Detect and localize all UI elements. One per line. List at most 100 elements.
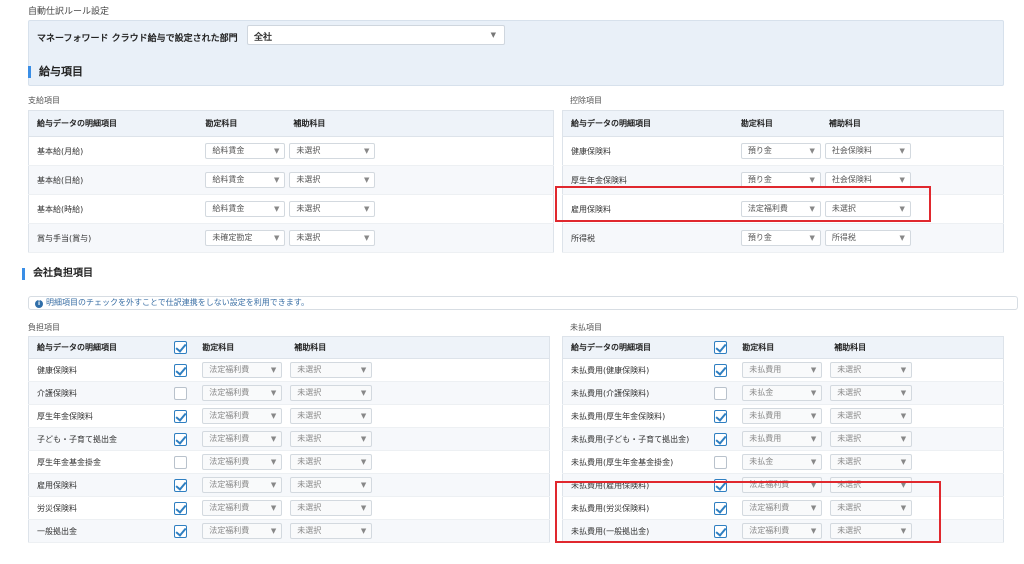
account-select-value: 法定福利費 xyxy=(209,503,250,512)
sub-account-cell: 未選択 ▼ xyxy=(826,450,1004,474)
chevron-down-icon: ▼ xyxy=(273,176,280,184)
row-checkbox[interactable] xyxy=(714,409,728,423)
account-select[interactable]: 法定福利費 ▼ xyxy=(202,454,283,470)
chevron-down-icon: ▼ xyxy=(899,234,905,242)
column-header: 補助科目 xyxy=(820,110,1004,137)
sub-account-select-value: 未選択 xyxy=(296,204,321,213)
sub-account-select[interactable]: 未選択 ▼ xyxy=(830,454,913,470)
info-icon: i xyxy=(35,300,43,308)
sub-account-select[interactable]: 未選択 ▼ xyxy=(290,500,373,516)
sub-account-select[interactable]: 未選択 ▼ xyxy=(290,523,373,539)
row-checkbox[interactable] xyxy=(714,363,728,377)
chevron-down-icon: ▼ xyxy=(270,389,277,397)
item-name: 労災保険料 xyxy=(28,496,171,520)
table-header-row: 給与データの明細項目 勘定科目 補助科目 xyxy=(28,110,554,137)
unpaid-items-label: 未払項目 xyxy=(570,323,602,332)
department-select[interactable]: 全社 ▼ xyxy=(247,25,505,45)
chevron-down-icon: ▼ xyxy=(273,205,280,213)
account-select[interactable]: 預り金 ▼ xyxy=(740,230,821,246)
sub-account-select[interactable]: 未選択 ▼ xyxy=(830,431,913,447)
sub-account-select[interactable]: 未選択 ▼ xyxy=(289,230,376,246)
account-cell: 預り金 ▼ xyxy=(732,223,821,253)
account-select[interactable]: 未払費用 ▼ xyxy=(742,362,823,378)
sub-account-select[interactable]: 未選択 ▼ xyxy=(289,172,376,188)
account-cell: 法定福利費 ▼ xyxy=(198,404,287,428)
row-checkbox[interactable] xyxy=(174,524,188,538)
chevron-down-icon: ▼ xyxy=(810,389,817,397)
info-text: 明細項目のチェックを外すことで仕訳連携をしない設定を利用できます。 xyxy=(46,298,309,307)
select-all-checkbox[interactable] xyxy=(714,341,728,354)
account-select[interactable]: 法定福利費 ▼ xyxy=(202,385,283,401)
sub-account-select[interactable]: 未選択 ▼ xyxy=(290,362,373,378)
account-select[interactable]: 預り金 ▼ xyxy=(740,143,821,159)
chevron-down-icon: ▼ xyxy=(363,205,370,213)
sub-account-select[interactable]: 所得税 ▼ xyxy=(824,230,911,246)
account-select[interactable]: 給料賃金 ▼ xyxy=(205,143,286,159)
sub-account-select[interactable]: 未選択 ▼ xyxy=(290,431,373,447)
chevron-down-icon: ▼ xyxy=(360,504,367,512)
sub-account-select[interactable]: 社会保険料 ▼ xyxy=(824,143,911,159)
chevron-down-icon: ▼ xyxy=(363,234,370,242)
item-name: 賞与手当(賞与) xyxy=(28,223,198,253)
table-row: 未払費用(厚生年金保険料) 未払費用 ▼ 未選択 ▼ xyxy=(562,404,1004,428)
table-row: 未払費用(介護保険料) 未払金 ▼ 未選択 ▼ xyxy=(562,381,1004,405)
table-header-row: 給与データの明細項目 勘定科目 補助科目 xyxy=(28,336,550,359)
account-select-value: 法定福利費 xyxy=(209,526,250,535)
item-name: 厚生年金保険料 xyxy=(28,404,171,428)
column-header: 給与データの明細項目 xyxy=(28,110,198,137)
company-section-title: 会社負担項目 xyxy=(22,268,93,280)
sub-account-select[interactable]: 未選択 ▼ xyxy=(830,362,913,378)
account-select[interactable]: 給料賃金 ▼ xyxy=(205,172,286,188)
account-select[interactable]: 法定福利費 ▼ xyxy=(202,408,283,424)
row-checkbox[interactable] xyxy=(714,455,728,469)
checkbox-cell xyxy=(710,450,739,474)
sub-account-select[interactable]: 未選択 ▼ xyxy=(290,454,373,470)
chevron-down-icon: ▼ xyxy=(899,176,905,184)
chevron-down-icon: ▼ xyxy=(360,481,367,489)
sub-account-select[interactable]: 未選択 ▼ xyxy=(830,408,913,424)
select-all-checkbox[interactable] xyxy=(174,341,188,354)
checkbox-cell xyxy=(710,427,739,451)
chevron-down-icon: ▼ xyxy=(270,458,277,466)
row-checkbox[interactable] xyxy=(174,478,188,492)
account-select[interactable]: 未払費用 ▼ xyxy=(742,408,823,424)
account-select[interactable]: 法定福利費 ▼ xyxy=(202,431,283,447)
row-checkbox[interactable] xyxy=(174,501,188,515)
account-cell: 法定福利費 ▼ xyxy=(198,450,287,474)
row-checkbox[interactable] xyxy=(174,455,188,469)
row-checkbox[interactable] xyxy=(714,432,728,446)
row-checkbox[interactable] xyxy=(174,409,188,423)
sub-account-select-value: 未選択 xyxy=(297,480,322,489)
sub-account-cell: 未選択 ▼ xyxy=(286,381,550,405)
sub-account-select[interactable]: 未選択 ▼ xyxy=(830,385,913,401)
table-row: 基本給(時給) 給料賃金 ▼ 未選択 ▼ xyxy=(28,194,554,224)
highlight-box xyxy=(555,186,931,222)
account-select[interactable]: 未払金 ▼ xyxy=(742,454,823,470)
account-select[interactable]: 法定福利費 ▼ xyxy=(202,477,283,493)
account-select[interactable]: 法定福利費 ▼ xyxy=(202,362,283,378)
sub-account-select[interactable]: 未選択 ▼ xyxy=(289,143,376,159)
account-select-value: 未払費用 xyxy=(749,365,782,374)
account-cell: 未払金 ▼ xyxy=(738,381,827,405)
sub-account-select[interactable]: 未選択 ▼ xyxy=(289,201,376,217)
account-select[interactable]: 未確定勘定 ▼ xyxy=(205,230,286,246)
account-cell: 未払費用 ▼ xyxy=(738,404,827,428)
row-checkbox[interactable] xyxy=(174,432,188,446)
sub-account-select-value: 未選択 xyxy=(297,411,322,420)
account-select[interactable]: 法定福利費 ▼ xyxy=(202,523,283,539)
sub-account-select[interactable]: 未選択 ▼ xyxy=(290,408,373,424)
row-checkbox[interactable] xyxy=(174,386,188,400)
sub-account-select[interactable]: 未選択 ▼ xyxy=(290,385,373,401)
account-select[interactable]: 未払費用 ▼ xyxy=(742,431,823,447)
item-name: 一般拠出金 xyxy=(28,519,171,543)
chevron-down-icon: ▼ xyxy=(273,147,280,155)
account-select[interactable]: 給料賃金 ▼ xyxy=(205,201,286,217)
sub-account-select[interactable]: 未選択 ▼ xyxy=(290,477,373,493)
row-checkbox[interactable] xyxy=(714,386,728,400)
account-select[interactable]: 未払金 ▼ xyxy=(742,385,823,401)
sub-account-cell: 未選択 ▼ xyxy=(285,194,554,224)
row-checkbox[interactable] xyxy=(174,363,188,377)
account-select[interactable]: 法定福利費 ▼ xyxy=(202,500,283,516)
account-cell: 未確定勘定 ▼ xyxy=(197,223,286,253)
chevron-down-icon: ▼ xyxy=(270,527,277,535)
